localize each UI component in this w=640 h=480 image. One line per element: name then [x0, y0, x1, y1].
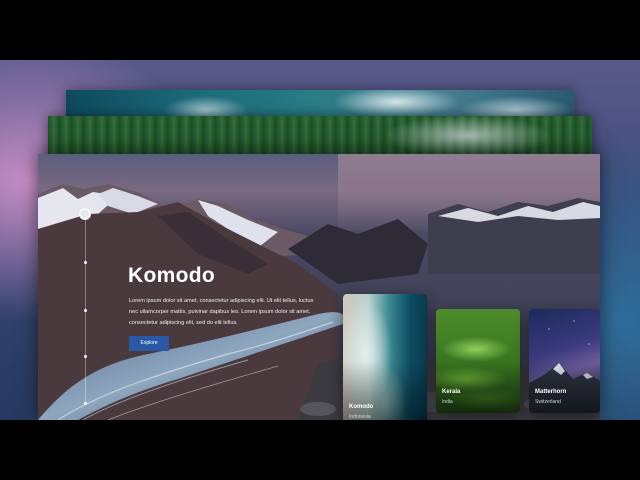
card-title: Kerala [442, 389, 461, 395]
card-location: India [442, 399, 453, 405]
hero-title: Komodo [128, 264, 215, 287]
timeline-dot[interactable] [84, 402, 87, 405]
explore-button[interactable]: Explore [129, 336, 169, 351]
letterbox-top [0, 0, 640, 60]
card-location: Switzerland [535, 399, 561, 405]
card-overlay [343, 361, 427, 420]
card-title: Komodo [349, 404, 374, 410]
destination-card-komodo[interactable]: Komodo Indonesia [343, 294, 427, 420]
timeline-dot[interactable] [84, 355, 87, 358]
letterbox-bottom [0, 420, 640, 480]
card-overlay [436, 361, 520, 413]
destination-card-matterhorn[interactable]: Matterhorn Switzerland [529, 309, 600, 413]
hero-description: Lorem ipsum dolor sit amet, consectetur … [129, 298, 314, 326]
timeline-dot[interactable] [84, 309, 87, 312]
hero-slide: Komodo Lorem ipsum dolor sit amet, conse… [38, 154, 600, 420]
card-title: Matterhorn [535, 389, 567, 395]
timeline-dot[interactable] [84, 261, 87, 264]
slider-stage: Komodo Lorem ipsum dolor sit amet, conse… [0, 60, 640, 420]
destination-card-kerala[interactable]: Kerala India [436, 309, 520, 413]
card-overlay [529, 361, 600, 413]
timeline-knob[interactable] [79, 208, 91, 220]
